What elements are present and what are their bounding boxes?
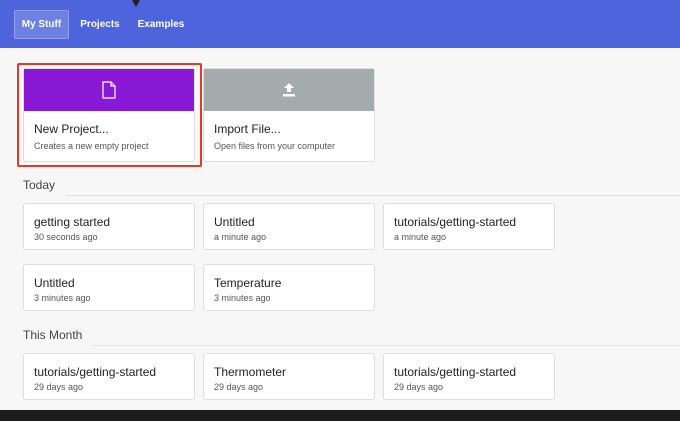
top-nav-bar: My Stuff Projects Examples bbox=[0, 0, 680, 48]
project-title: getting started bbox=[34, 215, 111, 229]
section-this-month-heading: This Month bbox=[23, 328, 83, 342]
tab-my-stuff[interactable]: My Stuff bbox=[14, 10, 69, 39]
section-divider bbox=[92, 345, 680, 346]
project-title: Temperature bbox=[214, 276, 282, 290]
project-card[interactable]: tutorials/getting-started a minute ago bbox=[383, 203, 555, 250]
project-title: tutorials/getting-started bbox=[394, 365, 517, 379]
mouse-cursor-icon bbox=[132, 0, 140, 7]
project-title: Untitled bbox=[214, 215, 255, 229]
project-card[interactable]: Untitled 3 minutes ago bbox=[23, 264, 195, 311]
project-title: tutorials/getting-started bbox=[394, 215, 517, 229]
highlight-box bbox=[17, 63, 202, 167]
project-time: 3 minutes ago bbox=[34, 293, 91, 303]
project-card[interactable]: tutorials/getting-started 29 days ago bbox=[23, 353, 195, 400]
project-card[interactable]: Temperature 3 minutes ago bbox=[203, 264, 375, 311]
import-file-banner bbox=[204, 69, 374, 111]
project-card[interactable]: Thermometer 29 days ago bbox=[203, 353, 375, 400]
upload-icon bbox=[283, 83, 295, 97]
section-today-heading: Today bbox=[23, 178, 56, 192]
project-title: tutorials/getting-started bbox=[34, 365, 157, 379]
project-title: Untitled bbox=[34, 276, 75, 290]
import-file-card[interactable]: Import File... Open files from your comp… bbox=[203, 68, 375, 162]
project-time: 29 days ago bbox=[214, 382, 264, 392]
project-time: a minute ago bbox=[394, 232, 447, 242]
section-divider bbox=[66, 195, 680, 196]
import-file-title: Import File... bbox=[214, 122, 281, 136]
project-time: 29 days ago bbox=[34, 382, 84, 392]
bottom-edge bbox=[0, 410, 680, 421]
project-card[interactable]: getting started 30 seconds ago bbox=[23, 203, 195, 250]
tab-projects[interactable]: Projects bbox=[78, 11, 122, 38]
project-card[interactable]: Untitled a minute ago bbox=[203, 203, 375, 250]
tab-examples[interactable]: Examples bbox=[137, 11, 185, 38]
project-title: Thermometer bbox=[214, 365, 287, 379]
project-time: 30 seconds ago bbox=[34, 232, 98, 242]
project-time: 29 days ago bbox=[394, 382, 444, 392]
import-file-subtitle: Open files from your computer bbox=[214, 141, 336, 151]
project-card[interactable]: tutorials/getting-started 29 days ago bbox=[383, 353, 555, 400]
project-time: a minute ago bbox=[214, 232, 267, 242]
project-time: 3 minutes ago bbox=[214, 293, 271, 303]
